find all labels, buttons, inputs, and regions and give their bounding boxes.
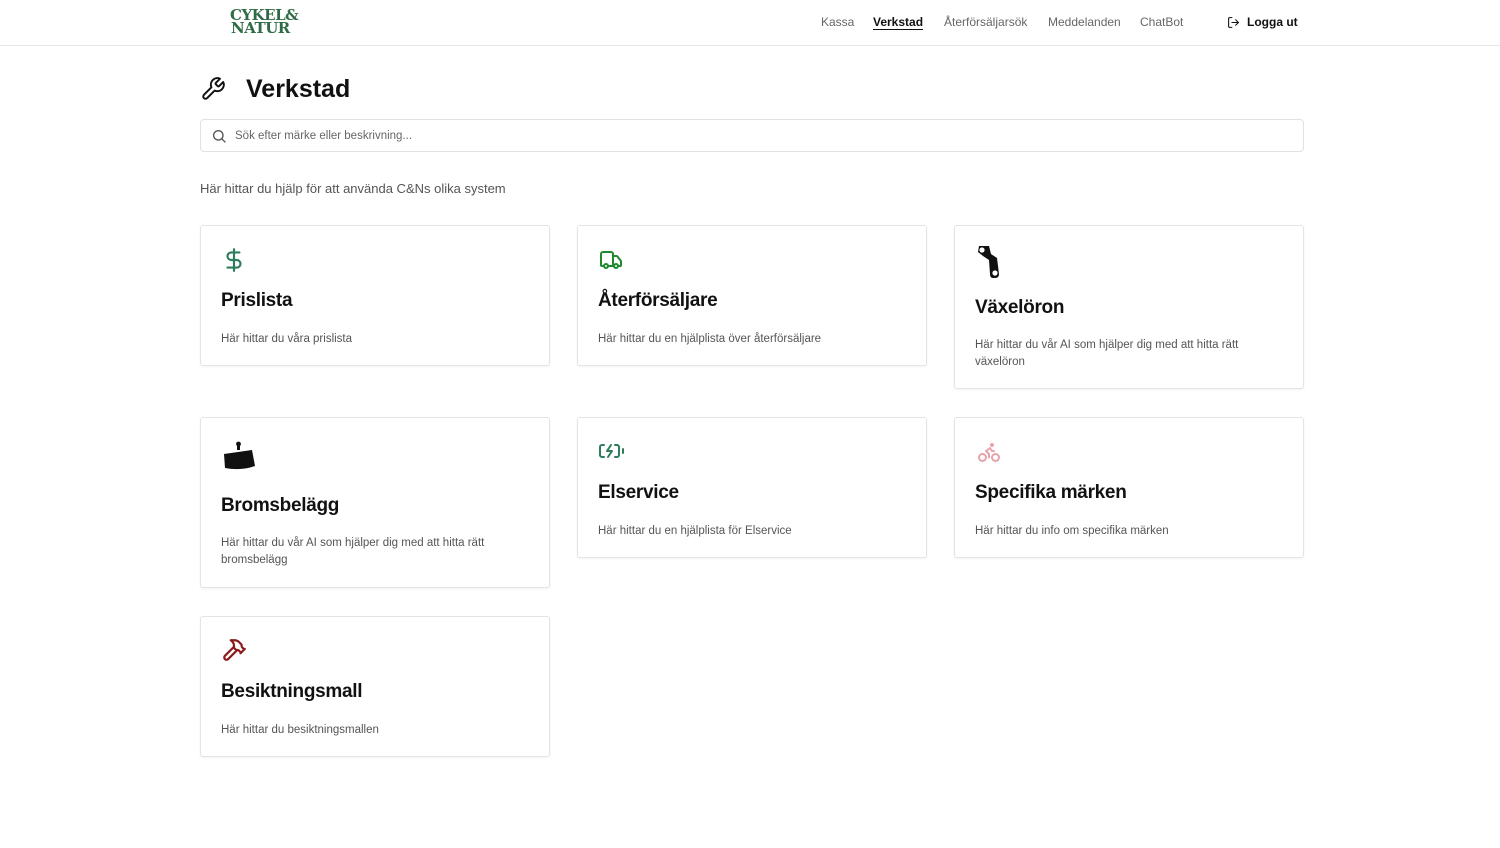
card-title: Specifika märken — [975, 482, 1127, 503]
nav-item-verkstad[interactable]: Verkstad — [873, 15, 923, 29]
card-title: Prislista — [221, 290, 293, 311]
nav-item-kassa[interactable]: Kassa — [821, 15, 854, 29]
card-besiktningsmall[interactable]: Besiktningsmall Här hittar du besiktning… — [200, 616, 550, 757]
search-icon — [211, 128, 227, 144]
intro-text: Här hittar du hjälp för att använda C&Ns… — [200, 181, 506, 196]
bike-icon — [975, 440, 1003, 469]
logout-label: Logga ut — [1247, 15, 1298, 29]
page-header: Verkstad — [200, 74, 350, 104]
card-description: Här hittar du en hjälplista över återför… — [598, 333, 822, 345]
top-navbar: CYKEL& NATUR Kassa Verkstad Återförsälja… — [0, 0, 1500, 46]
card-aterforsaljare[interactable]: Återförsäljare Här hittar du en hjälplis… — [577, 225, 927, 366]
card-specifika-marken[interactable]: Specifika märken Här hittar du info om s… — [954, 417, 1304, 558]
wrench-icon — [200, 76, 226, 102]
card-description: Här hittar du info om specifika märken — [975, 525, 1169, 537]
search-box — [200, 119, 1304, 152]
card-description: Här hittar du vår AI som hjälper dig med… — [975, 339, 1239, 368]
brake-pad-icon — [221, 440, 257, 477]
nav-item-chatbot[interactable]: ChatBot — [1140, 15, 1183, 29]
card-bromsbelagg[interactable]: Bromsbelägg Här hittar du vår AI som hjä… — [200, 417, 550, 588]
dollar-icon — [221, 246, 247, 279]
card-prislista[interactable]: Prislista Här hittar du våra prislista — [200, 225, 550, 366]
card-title: Bromsbelägg — [221, 495, 340, 516]
search-input[interactable] — [235, 129, 1235, 142]
battery-charging-icon — [598, 442, 626, 465]
card-description: Här hittar du våra prislista — [221, 333, 353, 345]
card-title: Återförsäljare — [598, 290, 718, 311]
hammer-icon — [221, 637, 247, 668]
logout-icon — [1227, 16, 1240, 29]
card-description: Här hittar du vår AI som hjälper dig med… — [221, 537, 485, 566]
card-vaxeloron[interactable]: Växelöron Här hittar du vår AI som hjälp… — [954, 225, 1304, 389]
card-description: Här hittar du en hjälplista för Elservic… — [598, 525, 792, 537]
page-title: Verkstad — [246, 74, 351, 103]
card-title: Elservice — [598, 482, 679, 503]
card-description: Här hittar du besiktningsmallen — [221, 724, 379, 736]
brand-logo-line-2: NATUR — [231, 19, 290, 37]
derailleur-hanger-icon — [975, 244, 1005, 285]
card-title: Växelöron — [975, 297, 1065, 318]
logout-button[interactable]: Logga ut — [1227, 15, 1298, 29]
card-elservice[interactable]: Elservice Här hittar du en hjälplista fö… — [577, 417, 927, 558]
truck-icon — [598, 248, 624, 277]
card-title: Besiktningsmall — [221, 681, 363, 702]
nav-item-meddelanden[interactable]: Meddelanden — [1048, 15, 1121, 29]
nav-item-aterforsaljarsok[interactable]: Återförsäljarsök — [944, 15, 1027, 29]
brand-logo[interactable]: CYKEL& NATUR — [230, 8, 300, 37]
